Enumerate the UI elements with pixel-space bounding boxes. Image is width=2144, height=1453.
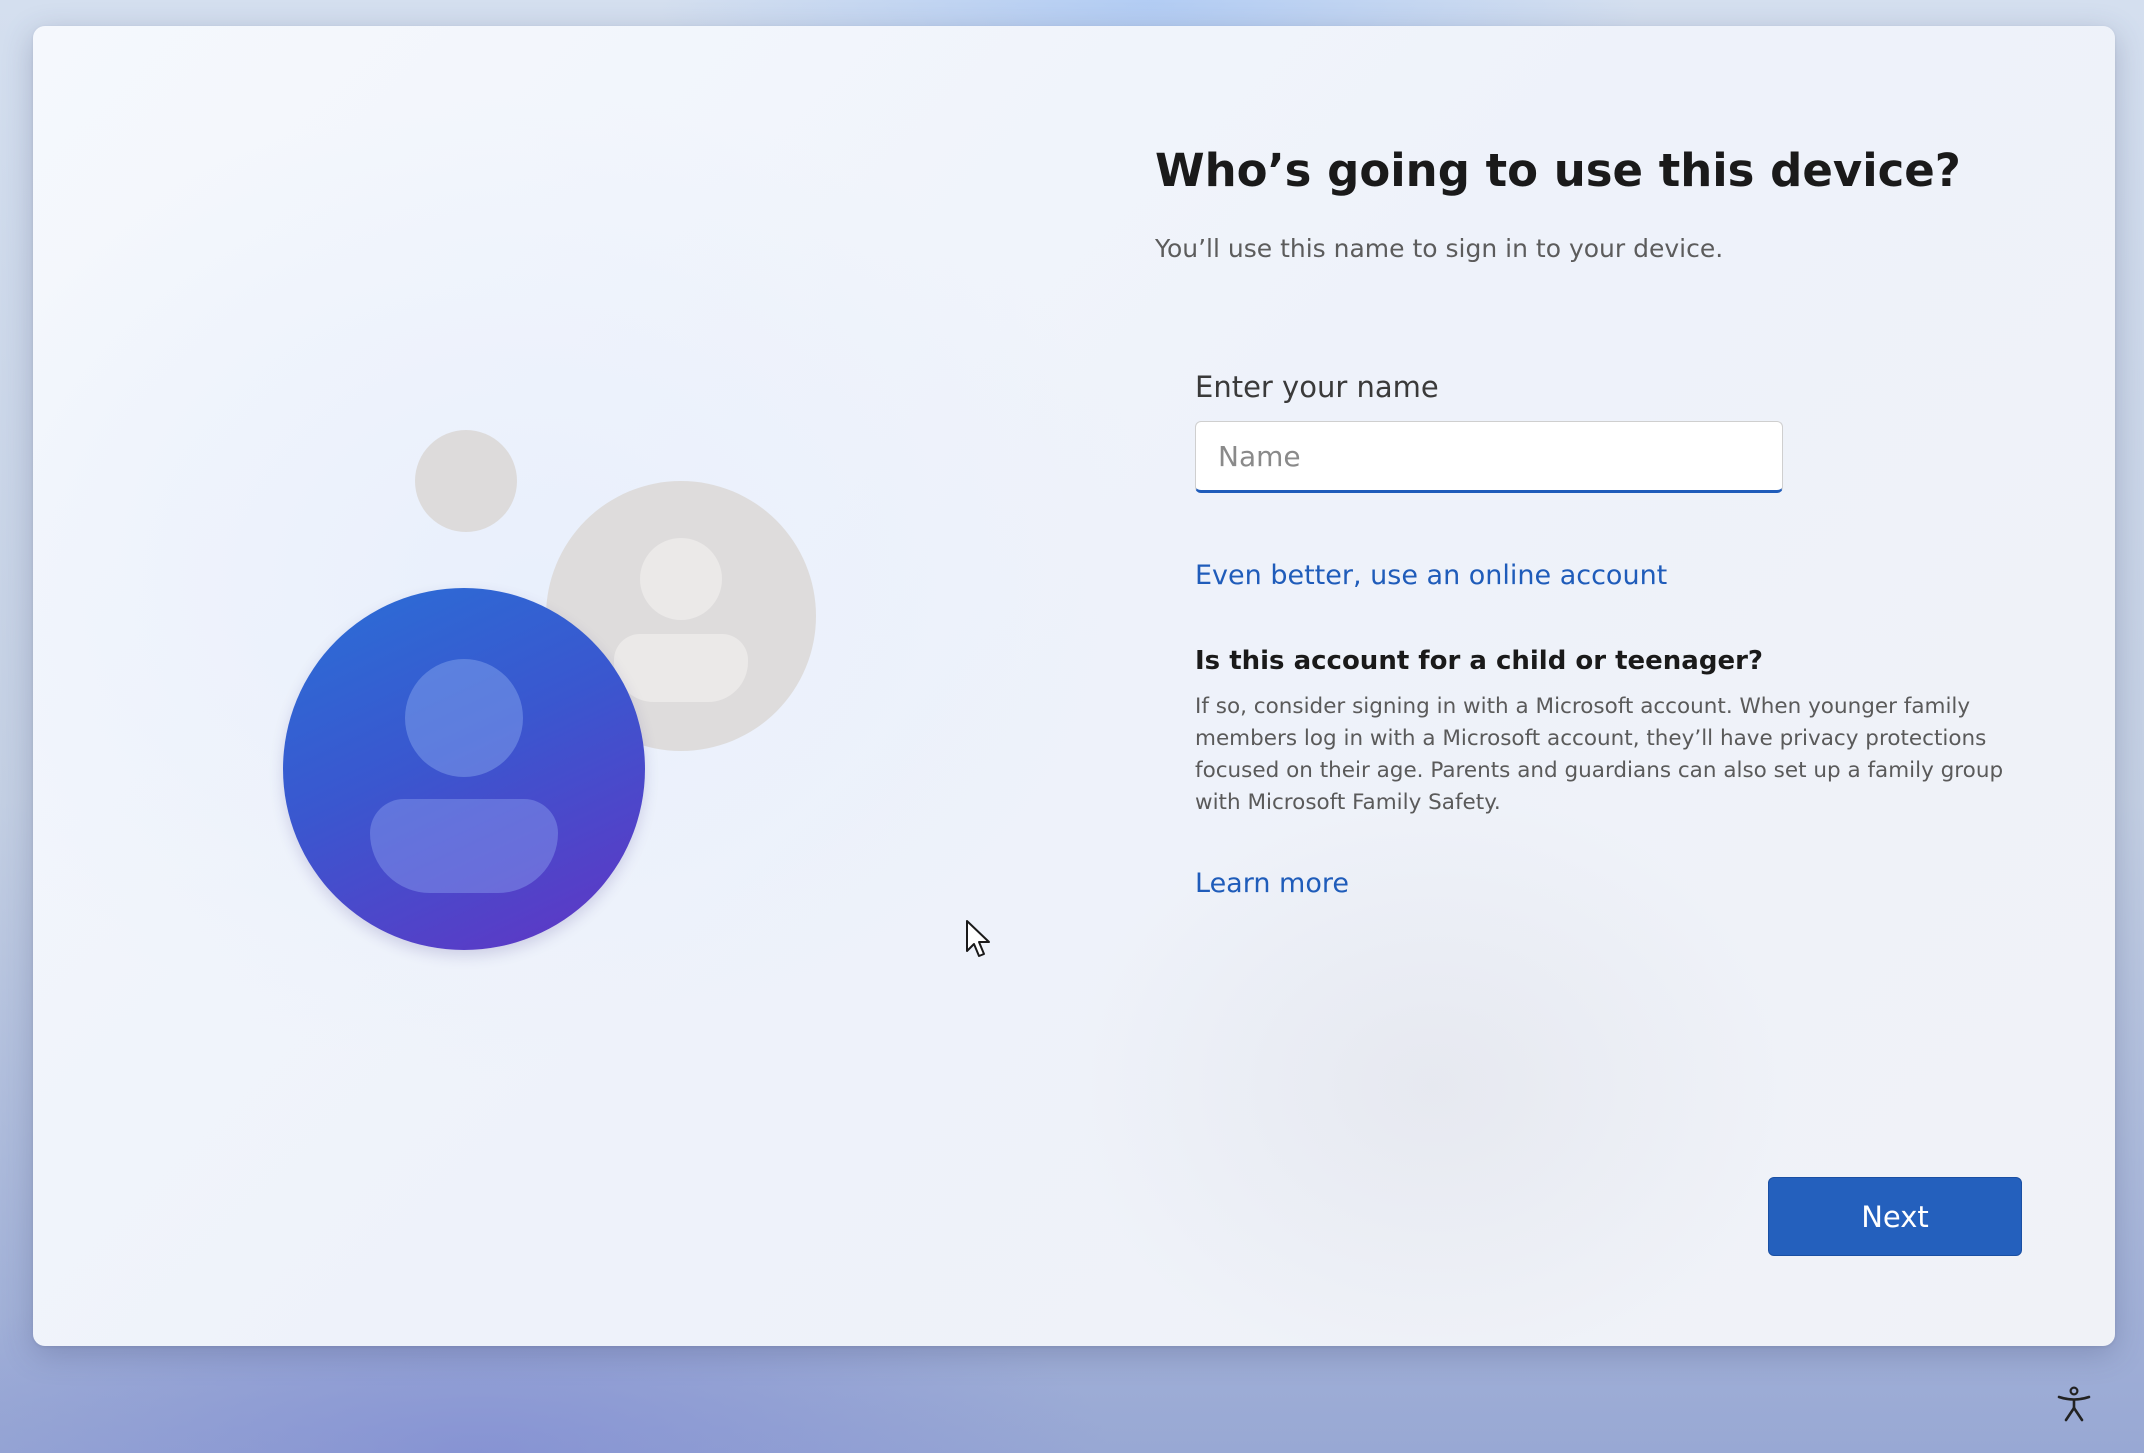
page-title: Who’s going to use this device? bbox=[1155, 144, 1961, 197]
illustration-small-dot bbox=[415, 430, 517, 532]
mouse-pointer-icon bbox=[966, 920, 990, 957]
page-subtitle: You’ll use this name to sign in to your … bbox=[1155, 234, 1724, 263]
online-account-link[interactable]: Even better, use an online account bbox=[1195, 560, 1667, 591]
learn-more-link[interactable]: Learn more bbox=[1195, 868, 1349, 899]
blue-person-body bbox=[370, 799, 558, 893]
name-field-label: Enter your name bbox=[1195, 370, 1439, 404]
blue-person-head bbox=[405, 659, 523, 777]
grey-person-head bbox=[640, 538, 722, 620]
accessibility-icon[interactable] bbox=[2054, 1384, 2094, 1424]
grey-person-body bbox=[614, 634, 748, 702]
setup-card: Who’s going to use this device? You’ll u… bbox=[33, 26, 2115, 1346]
child-account-description: If so, consider signing in with a Micros… bbox=[1195, 694, 2004, 815]
child-account-heading: Is this account for a child or teenager? bbox=[1195, 646, 1764, 676]
illustration-blue-person-icon bbox=[283, 588, 645, 950]
next-button[interactable]: Next bbox=[1768, 1177, 2022, 1256]
name-input[interactable] bbox=[1195, 421, 1783, 493]
